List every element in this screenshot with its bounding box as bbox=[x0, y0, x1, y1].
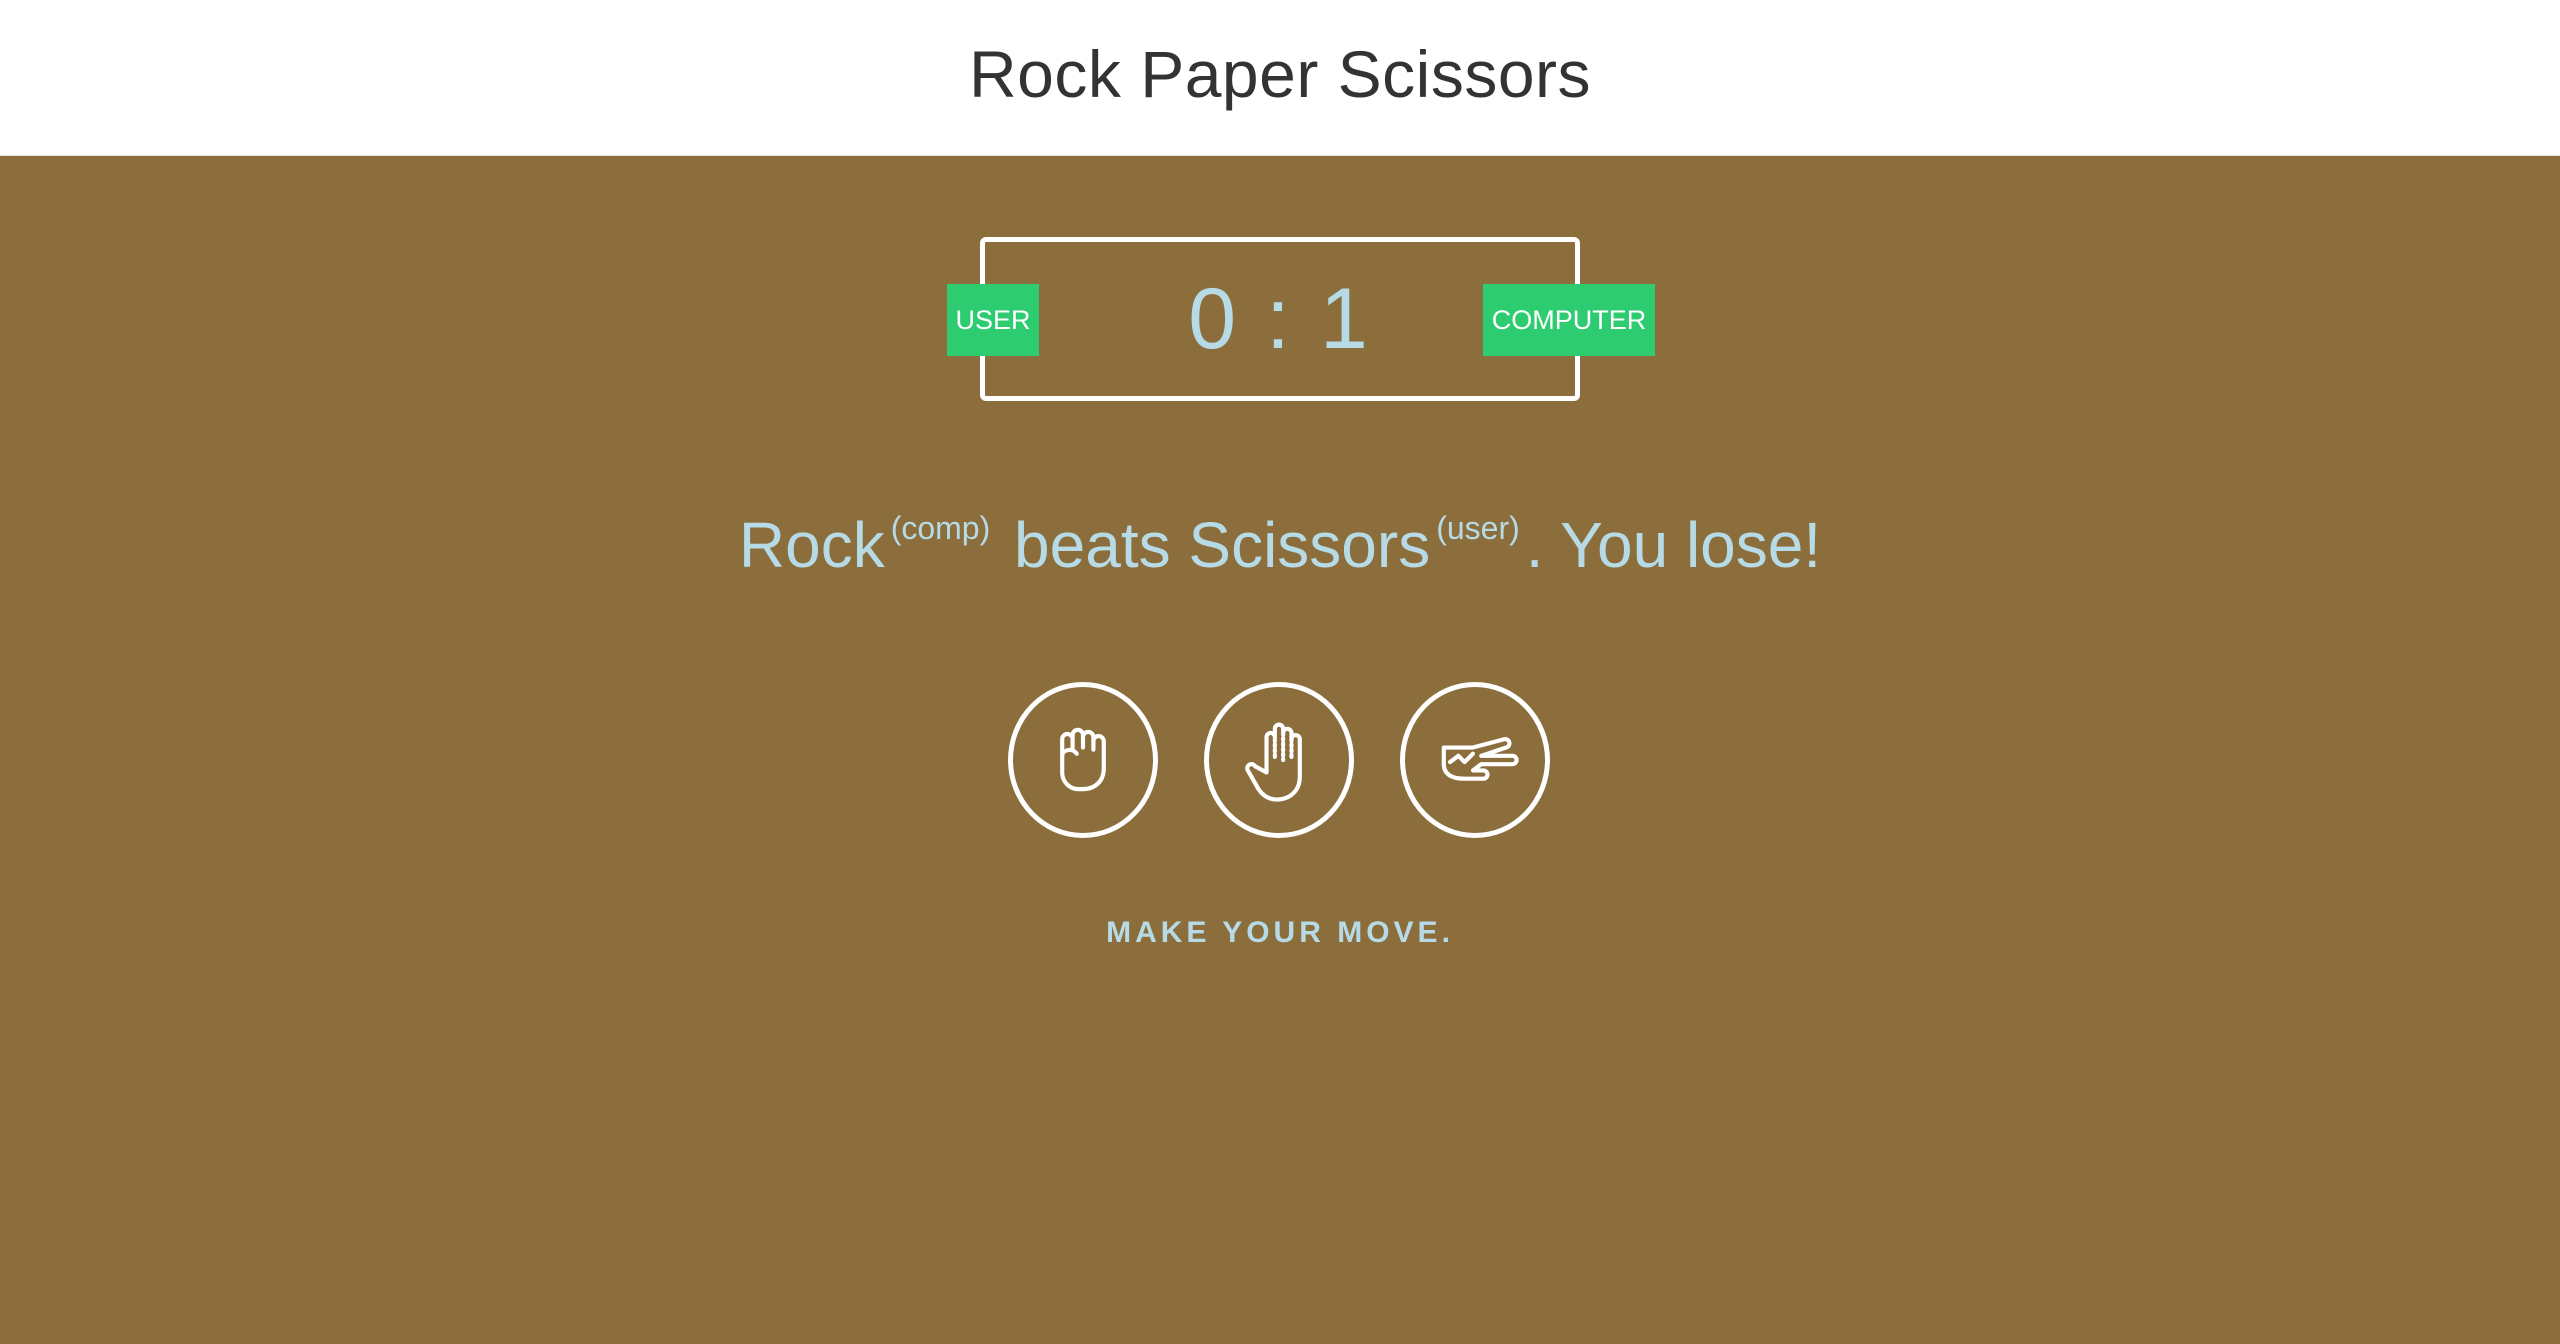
result-outcome: . You lose! bbox=[1525, 509, 1822, 581]
user-score: 0 bbox=[1188, 270, 1241, 367]
rock-button[interactable] bbox=[1008, 682, 1158, 838]
result-comp-choice: Rock bbox=[738, 509, 885, 581]
user-badge: USER bbox=[947, 284, 1039, 356]
scissors-button[interactable] bbox=[1400, 682, 1550, 838]
paper-button[interactable] bbox=[1204, 682, 1354, 838]
result-user-choice: Scissors bbox=[1188, 509, 1431, 581]
scissors-hand-icon bbox=[1441, 737, 1519, 781]
choice-buttons bbox=[0, 682, 2560, 842]
game-area: 0 : 1 USER COMPUTER Rock (comp) beats Sci… bbox=[0, 156, 2560, 1344]
page-title: Rock Paper Scissors bbox=[968, 37, 1592, 111]
move-prompt: MAKE YOUR MOVE. bbox=[1106, 916, 1454, 949]
result-message: Rock (comp) beats Scissors (user). You los… bbox=[0, 508, 2560, 582]
app-header: Rock Paper Scissors bbox=[0, 0, 2560, 156]
paper-hand-icon bbox=[1245, 722, 1302, 802]
result-verb: beats bbox=[1014, 509, 1171, 581]
rock-fist-icon bbox=[1060, 727, 1106, 792]
result-user-tag: (user) bbox=[1436, 510, 1520, 546]
computer-badge: COMPUTER bbox=[1483, 284, 1655, 356]
score-separator: : bbox=[1266, 270, 1294, 367]
result-comp-tag: (comp) bbox=[890, 510, 991, 546]
computer-score: 1 bbox=[1319, 270, 1372, 367]
